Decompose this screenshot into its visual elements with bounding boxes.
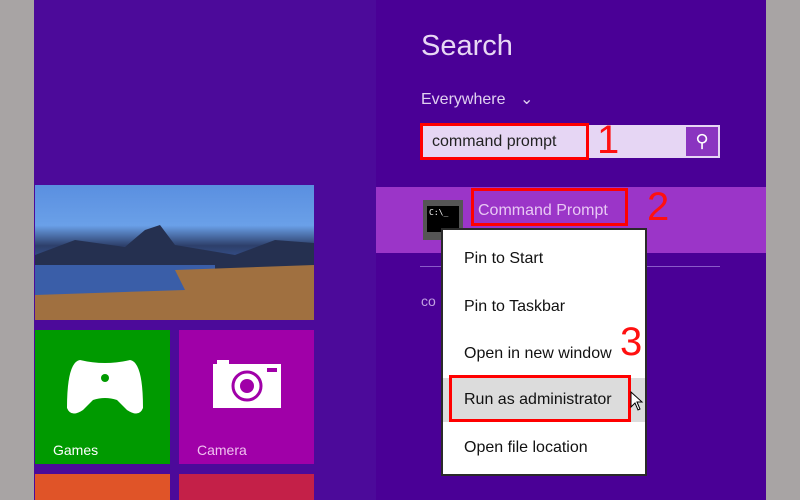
search-title: Search (421, 30, 513, 62)
mouse-cursor-icon (630, 391, 644, 411)
left-border (0, 0, 34, 500)
menu-item-pin-to-start[interactable]: Pin to Start (443, 237, 645, 281)
scope-label: Everywhere (421, 91, 506, 108)
context-menu: Pin to Start Pin to Taskbar Open in new … (441, 228, 647, 476)
search-scope-dropdown[interactable]: Everywhere ⌄ (421, 89, 533, 109)
section-header: co (421, 293, 436, 309)
annotation-1: 1 (597, 118, 620, 162)
annotation-box-1 (420, 123, 589, 160)
red-tile[interactable] (179, 474, 314, 500)
games-label: Games (53, 442, 99, 458)
orange-tile[interactable] (35, 474, 170, 500)
camera-label: Camera (197, 442, 247, 458)
menu-item-pin-to-taskbar[interactable]: Pin to Taskbar (443, 285, 645, 329)
menu-item-open-file-location[interactable]: Open file location (443, 426, 645, 470)
chevron-down-icon: ⌄ (519, 91, 534, 108)
game-controller-icon (67, 360, 143, 414)
photos-tile[interactable] (35, 185, 314, 320)
annotation-2: 2 (647, 185, 670, 229)
menu-item-open-new-window[interactable]: Open in new window (443, 332, 645, 376)
annotation-box-2 (471, 188, 628, 226)
annotation-box-3 (449, 375, 631, 422)
camera-icon (213, 360, 281, 408)
annotation-3: 3 (620, 320, 643, 364)
right-border (766, 0, 800, 500)
search-icon: ⚲ (695, 131, 709, 151)
camera-tile[interactable]: Camera (179, 330, 314, 464)
search-button[interactable]: ⚲ (686, 127, 718, 156)
landscape-image (35, 225, 314, 320)
games-tile[interactable]: Games (35, 330, 170, 464)
